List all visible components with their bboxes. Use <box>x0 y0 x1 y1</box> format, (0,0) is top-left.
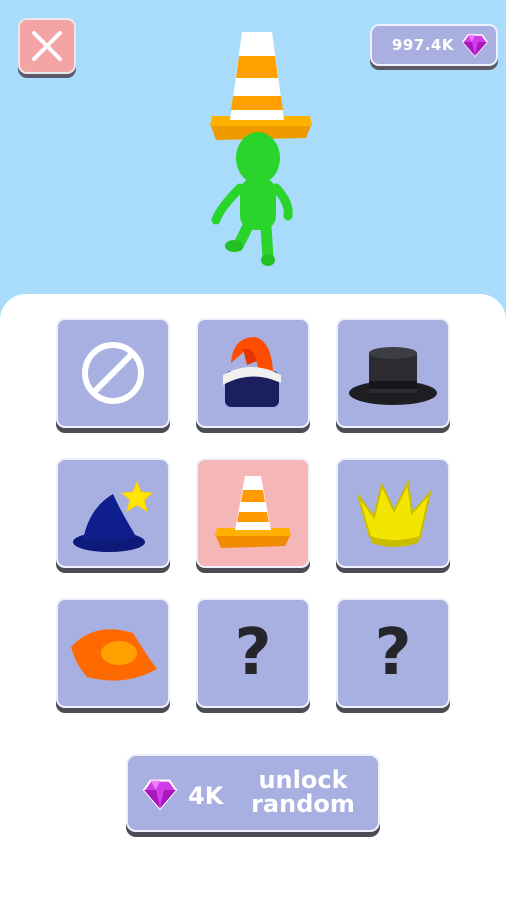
traffic-cone-hat-icon <box>210 32 312 140</box>
hat-tile-locked-2[interactable]: ? <box>336 598 450 708</box>
unlock-cost-label: 4K <box>188 782 224 810</box>
sun-hat-icon <box>71 629 157 681</box>
wizard-hat-icon <box>73 480 154 552</box>
none-icon <box>82 342 144 404</box>
hat-tile-traffic-cone[interactable] <box>196 458 310 568</box>
hat-tile-none[interactable] <box>56 318 170 428</box>
close-button[interactable] <box>18 18 76 74</box>
crown-icon <box>357 479 432 547</box>
gem-count-label: 997.4K <box>391 36 454 54</box>
question-mark-icon: ? <box>234 616 272 690</box>
hat-tile-wizard-hat[interactable] <box>56 458 170 568</box>
purple-gem-icon <box>142 779 178 810</box>
purple-gem-icon <box>462 34 488 57</box>
top-hat-icon <box>349 347 437 405</box>
unlock-random-button[interactable]: 4K unlock random <box>126 754 380 832</box>
hat-tile-locked-1[interactable]: ? <box>196 598 310 708</box>
hat-tile-top-hat[interactable] <box>336 318 450 428</box>
hat-tile-crown[interactable] <box>336 458 450 568</box>
question-mark-icon: ? <box>374 616 412 690</box>
hat-tile-sun-hat[interactable] <box>56 598 170 708</box>
hat-tile-beanie[interactable] <box>196 318 310 428</box>
unlock-label-line1: unlock <box>258 766 348 794</box>
traffic-cone-icon <box>215 476 291 548</box>
unlock-label-line2: random <box>251 790 355 818</box>
beanie-icon <box>223 337 281 407</box>
gem-counter: 997.4K <box>370 24 498 66</box>
unlock-random-label: unlock random <box>244 768 362 816</box>
player-character <box>190 28 330 273</box>
close-x-icon <box>32 31 62 61</box>
